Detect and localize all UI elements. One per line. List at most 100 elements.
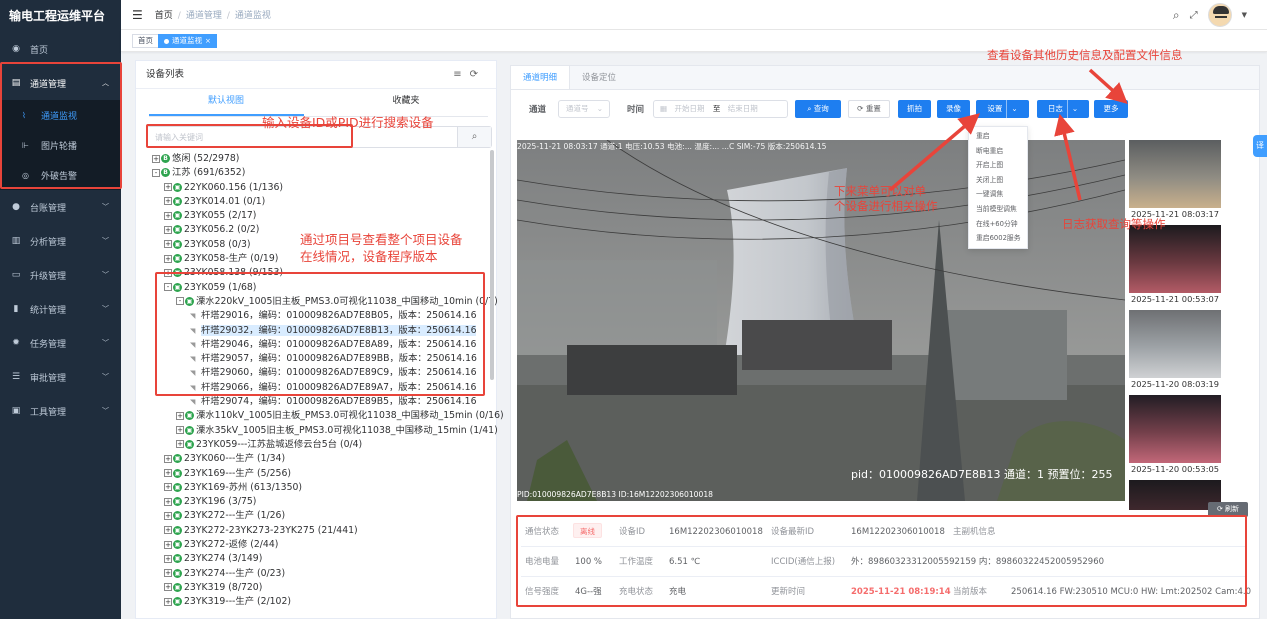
chevron-down-icon: ﹀ xyxy=(102,271,109,279)
expand-icon[interactable]: + xyxy=(176,426,184,435)
expand-icon[interactable]: + xyxy=(164,540,172,549)
expand-icon[interactable]: + xyxy=(164,583,172,592)
settings-menu-item[interactable]: 重启6002服务 xyxy=(969,231,1027,246)
expand-icon[interactable]: + xyxy=(164,183,172,192)
tree-group-node[interactable]: + ▣ 23YK055 (2/17) xyxy=(152,209,492,223)
end-date[interactable]: 结束日期 xyxy=(728,104,758,113)
expand-icon[interactable]: + xyxy=(164,569,172,578)
tree-group-node[interactable]: + ▣ 溧水110kV_1005旧主板_PMS3.0可视化11038_中国移动_15… xyxy=(152,409,504,423)
expand-icon[interactable]: + xyxy=(164,211,172,220)
tab-device-location[interactable]: 设备定位 xyxy=(570,66,628,89)
tag-home[interactable]: 首页 xyxy=(132,34,159,48)
start-date[interactable]: 开始日期 xyxy=(674,104,704,113)
expand-icon[interactable]: + xyxy=(164,454,172,463)
expand-icon[interactable]: + xyxy=(176,411,184,420)
tree-group-node[interactable]: + ▣ 23YK169---生产 (5/256) xyxy=(152,467,492,481)
caret-down-icon[interactable]: ▼ xyxy=(1242,11,1247,19)
tree-group-node[interactable]: + ▣ 溧水35kV_1005旧主板_PMS3.0可视化11038_中国移动_15m… xyxy=(152,424,498,438)
tree-group-node[interactable]: + ▣ 23YK060---生产 (1/34) xyxy=(152,452,492,466)
settings-menu-item[interactable]: 关闭上图 xyxy=(969,173,1027,188)
settings-menu-item[interactable]: 开启上图 xyxy=(969,158,1027,173)
expand-icon[interactable]: + xyxy=(164,225,172,234)
history-thumbnail[interactable]: 2025-11-20 00:53:05 xyxy=(1129,395,1221,475)
tree-group-node[interactable]: + ▣ 23YK169-苏州 (613/1350) xyxy=(152,481,492,495)
tree-group-node[interactable]: + ▣ 23YK196 (3/75) xyxy=(152,495,492,509)
expand-icon[interactable]: + xyxy=(152,154,160,163)
tree-group-node[interactable]: + ▣ 23YK274---生产 (0/23) xyxy=(152,567,492,581)
time-label: 时间 xyxy=(627,105,645,115)
hamburger-icon[interactable]: ☰ xyxy=(132,8,143,22)
tab-channel-detail[interactable]: 通道明细 xyxy=(511,66,571,89)
sidebar-item-3[interactable]: ▥ 分析管理 ﹀ xyxy=(0,224,121,258)
tag-channel-monitor[interactable]: 通道监视 × xyxy=(158,34,217,48)
capture-button[interactable]: 抓拍 xyxy=(898,100,931,118)
expand-icon[interactable]: + xyxy=(164,597,172,606)
sidebar-item-6[interactable]: ✹ 任务管理 ﹀ xyxy=(0,326,121,360)
tree-group-node[interactable]: + ▣ 23YK272---生产 (1/26) xyxy=(152,509,492,523)
collapse-icon[interactable]: - xyxy=(152,168,160,177)
annotation-box-sidebar xyxy=(0,62,122,189)
expand-icon[interactable]: + xyxy=(164,511,172,520)
tree-group-node[interactable]: + ▣ 23YK274 (3/149) xyxy=(152,552,492,566)
tree-group-node[interactable]: + ▣ 23YK014.01 (0/1) xyxy=(152,195,492,209)
more-button[interactable]: 更多 xyxy=(1094,100,1128,118)
fullscreen-icon[interactable]: ⤢ xyxy=(1190,10,1198,21)
log-button[interactable]: 日志 ⌄ xyxy=(1037,100,1089,118)
expand-icon[interactable]: + xyxy=(164,497,172,506)
tree-device-node[interactable]: ◥ 杆塔29074，编码：010009826AD7E89B5，版本：250614.… xyxy=(152,395,492,409)
tree-group-node[interactable]: + B 悠闲 (52/2978) xyxy=(152,152,492,166)
query-button[interactable]: ⌕ 查询 xyxy=(795,100,841,118)
chevron-down-icon: ﹀ xyxy=(102,203,109,211)
history-thumbnail[interactable]: 2025-11-21 00:53:07 xyxy=(1129,225,1221,305)
channel-select[interactable]: 通道号 ⌄ xyxy=(558,100,610,118)
expand-icon[interactable]: + xyxy=(164,526,172,535)
reset-button[interactable]: ⟳ 重置 xyxy=(848,100,890,118)
date-range-picker[interactable]: ▦ 开始日期 至 结束日期 xyxy=(653,100,788,118)
tree-group-node[interactable]: + ▣ 23YK272-23YK273-23YK275 (21/441) xyxy=(152,524,492,538)
tree-node-label: 悠闲 (52/2978) xyxy=(172,153,240,164)
tree-group-node[interactable]: + ▣ 23YK059---江苏盐城返修云台5台 (0/4) xyxy=(152,438,492,452)
expand-icon[interactable]: + xyxy=(176,440,184,449)
breadcrumb-home[interactable]: 首页 xyxy=(155,11,173,21)
chevron-down-icon[interactable]: ⌄ xyxy=(1006,100,1018,118)
tree-group-node[interactable]: + ▣ 22YK060.156 (1/136) xyxy=(152,181,492,195)
tree-scrollbar[interactable] xyxy=(490,150,494,380)
sidebar-item-0[interactable]: ◉ 首页 xyxy=(0,32,121,66)
sidebar-item-5[interactable]: ▮ 统计管理 ﹀ xyxy=(0,292,121,326)
sidebar-item-8[interactable]: ▣ 工具管理 ﹀ xyxy=(0,394,121,428)
expand-icon[interactable]: + xyxy=(164,197,172,206)
tree-group-node[interactable]: + ▣ 23YK272-返修 (2/44) xyxy=(152,538,492,552)
sidebar-item-2[interactable]: ● 台账管理 ﹀ xyxy=(0,190,121,224)
close-icon[interactable]: × xyxy=(205,37,211,45)
avatar[interactable] xyxy=(1207,3,1232,27)
history-thumbnail[interactable]: 2025-11-20 08:03:19 xyxy=(1129,310,1221,390)
tree-group-node[interactable]: + ▣ 23YK319---生产 (2/102) xyxy=(152,595,492,609)
list-view-icon[interactable]: ≡ xyxy=(453,69,469,80)
expand-icon[interactable]: + xyxy=(164,483,172,492)
refresh-icon[interactable]: ⟳ xyxy=(470,69,486,80)
sidebar-item-4[interactable]: ▭ 升级管理 ﹀ xyxy=(0,258,121,292)
sidebar-item-7[interactable]: ☰ 审批管理 ﹀ xyxy=(0,360,121,394)
settings-menu-item[interactable]: 一键调焦 xyxy=(969,187,1027,202)
expand-icon[interactable]: + xyxy=(164,554,172,563)
settings-menu-item[interactable]: 重启 xyxy=(969,129,1027,144)
settings-button[interactable]: 设置 ⌄ xyxy=(976,100,1029,118)
record-button[interactable]: 录像 xyxy=(937,100,970,118)
breadcrumb-channel-manage[interactable]: 通道管理 xyxy=(186,11,222,21)
history-thumbnail[interactable]: 2025-11-21 08:03:17 xyxy=(1129,140,1221,220)
settings-menu-item[interactable]: 当前模型调焦 xyxy=(969,202,1027,217)
tree-group-node[interactable]: + ▣ 23YK319 (8/720) xyxy=(152,581,492,595)
live-video[interactable]: 2025-11-21 08:03:17 通道:1 电压:10.53 电池:...… xyxy=(517,140,1125,501)
chevron-down-icon[interactable]: ⌄ xyxy=(1066,100,1078,118)
snapshot-image xyxy=(1129,395,1221,463)
translate-tab[interactable]: 译 xyxy=(1253,135,1267,157)
search-button[interactable]: ⌕ xyxy=(457,127,491,147)
settings-menu-item[interactable]: 在线+60分钟 xyxy=(969,217,1027,232)
expand-icon[interactable]: + xyxy=(164,469,172,478)
search-icon[interactable]: ⌕ xyxy=(1173,8,1180,23)
tree-group-node[interactable]: - B 江苏 (691/6352) xyxy=(152,166,492,180)
expand-icon[interactable]: + xyxy=(164,240,172,249)
settings-dropdown: 重启 断电重启 开启上图 关闭上图 一键调焦 当前模型调焦 在线+60分钟 重启6002服务 xyxy=(968,126,1028,249)
expand-icon[interactable]: + xyxy=(164,254,172,263)
settings-menu-item[interactable]: 断电重启 xyxy=(969,144,1027,159)
